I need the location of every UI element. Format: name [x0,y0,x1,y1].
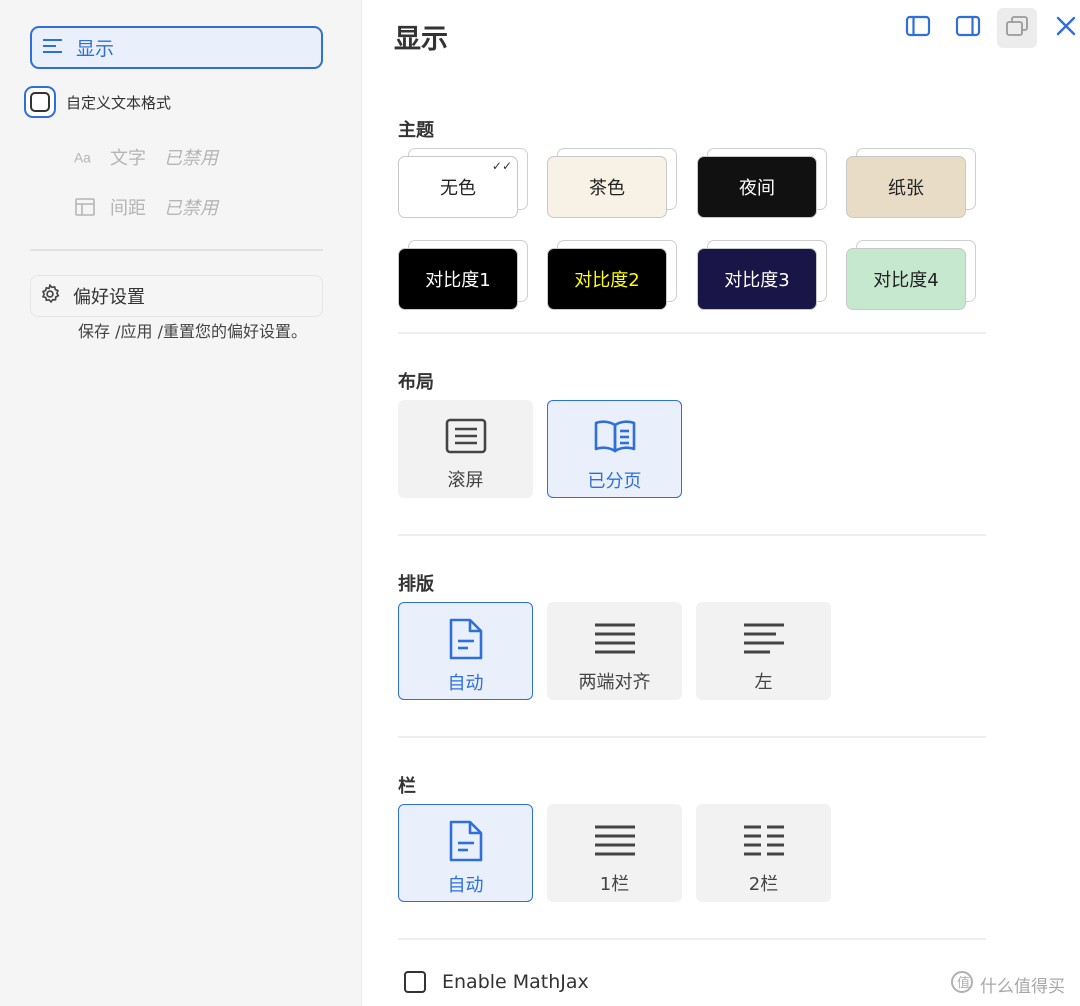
windows-icon [1005,15,1029,41]
theme-option[interactable]: 纸张 [846,148,976,220]
theme-swatch: 茶色 [547,156,667,218]
typesetting-option-label: 自动 [447,673,484,694]
preferences-description: 保存 /应用 /重置您的偏好设置。 [78,322,307,341]
custom-format-toggle[interactable]: 自定义文本格式 [24,86,171,118]
columns-option-two[interactable]: 2栏 [696,804,831,902]
disabled-status: 已禁用 [164,198,218,219]
layout-option-paginated[interactable]: 已分页 [547,400,682,498]
theme-swatch: 对比度2 [547,248,667,310]
sidebar-item-text: Aa 文字 已禁用 [74,142,218,172]
preferences-label: 偏好设置 [73,287,145,308]
layout-option-scroll[interactable]: 滚屏 [398,400,533,498]
close-icon [1056,16,1076,40]
sidebar: 显示 自定义文本格式 Aa 文字 已禁用 间距 已禁用 偏好设置 保存 /应用 … [0,0,362,1006]
watermark-logo-icon: 值 [950,970,974,999]
theme-swatch: 对比度1 [398,248,518,310]
book-icon [593,415,637,459]
theme-option[interactable]: 对比度2 [547,240,677,312]
columns-option-one[interactable]: 1栏 [547,804,682,902]
page-title: 显示 [394,24,448,55]
svg-text:Aa: Aa [74,151,91,166]
sidebar-left-icon [905,15,931,41]
theme-swatch: 纸张 [846,156,966,218]
justify-icon [593,616,637,660]
sidebar-item-label: 显示 [76,38,115,60]
theme-option[interactable]: 夜间 [697,148,827,220]
right-panel-button[interactable] [948,8,988,48]
theme-option[interactable]: 茶色 [547,148,677,220]
layout-icon [74,198,96,216]
typesetting-option-label: 两端对齐 [578,672,651,693]
typesetting-option-auto[interactable]: 自动 [398,602,533,700]
theme-option[interactable]: 对比度3 [697,240,827,312]
sidebar-item-display[interactable]: 显示 [30,26,323,69]
theme-option[interactable]: 对比度1 [398,240,528,312]
typesetting-option-label: 左 [754,672,773,693]
font-size-icon: Aa [74,149,96,166]
one-column-icon [593,818,637,862]
columns-section-label: 栏 [398,776,416,797]
columns-option-label: 自动 [447,875,484,896]
lines-icon [42,38,64,58]
two-column-icon [742,818,786,862]
theme-swatch: 夜间 [697,156,817,218]
watermark: 值 什么值得买 [950,970,1065,999]
watermark-text: 什么值得买 [980,977,1065,997]
section-divider [398,736,986,738]
typesetting-section-label: 排版 [398,574,434,595]
section-divider [398,332,986,334]
document-icon [446,617,486,661]
theme-swatch: 对比度4 [846,248,966,310]
sidebar-divider [30,249,323,251]
close-button[interactable] [1046,8,1080,48]
custom-format-label: 自定义文本格式 [66,93,172,112]
theme-option[interactable]: 对比度4 [846,240,976,312]
disabled-status: 已禁用 [164,148,218,169]
typesetting-option-left[interactable]: 左 [696,602,831,700]
layout-option-label: 已分页 [587,471,642,492]
section-divider [398,938,986,940]
check-icon: ✓✓ [491,159,512,173]
mathjax-checkbox[interactable] [404,971,426,993]
columns-option-label: 1栏 [599,874,630,895]
scroll-icon [444,414,488,458]
columns-option-label: 2栏 [748,874,779,895]
popup-window-button[interactable] [997,8,1037,48]
sidebar-item-label: 间距 [110,198,146,219]
theme-option[interactable]: 无色 ✓✓ [398,148,528,220]
sidebar-item-label: 文字 [110,148,146,169]
sidebar-right-icon [955,15,981,41]
preferences-button[interactable]: 偏好设置 [30,275,323,317]
layout-option-label: 滚屏 [447,470,484,491]
mathjax-toggle[interactable]: Enable MathJax [404,966,589,998]
document-icon [446,819,486,863]
checkbox[interactable] [24,86,56,118]
left-panel-button[interactable] [898,8,938,48]
align-left-icon [742,616,786,660]
section-divider [398,534,986,536]
typesetting-option-justify[interactable]: 两端对齐 [547,602,682,700]
svg-text:值: 值 [957,975,970,990]
theme-swatch: 对比度3 [697,248,817,310]
columns-option-auto[interactable]: 自动 [398,804,533,902]
gear-icon [39,283,61,309]
sidebar-item-spacing: 间距 已禁用 [74,192,218,222]
mathjax-label: Enable MathJax [442,971,589,993]
layout-section-label: 布局 [398,372,434,393]
theme-section-label: 主题 [398,120,434,141]
